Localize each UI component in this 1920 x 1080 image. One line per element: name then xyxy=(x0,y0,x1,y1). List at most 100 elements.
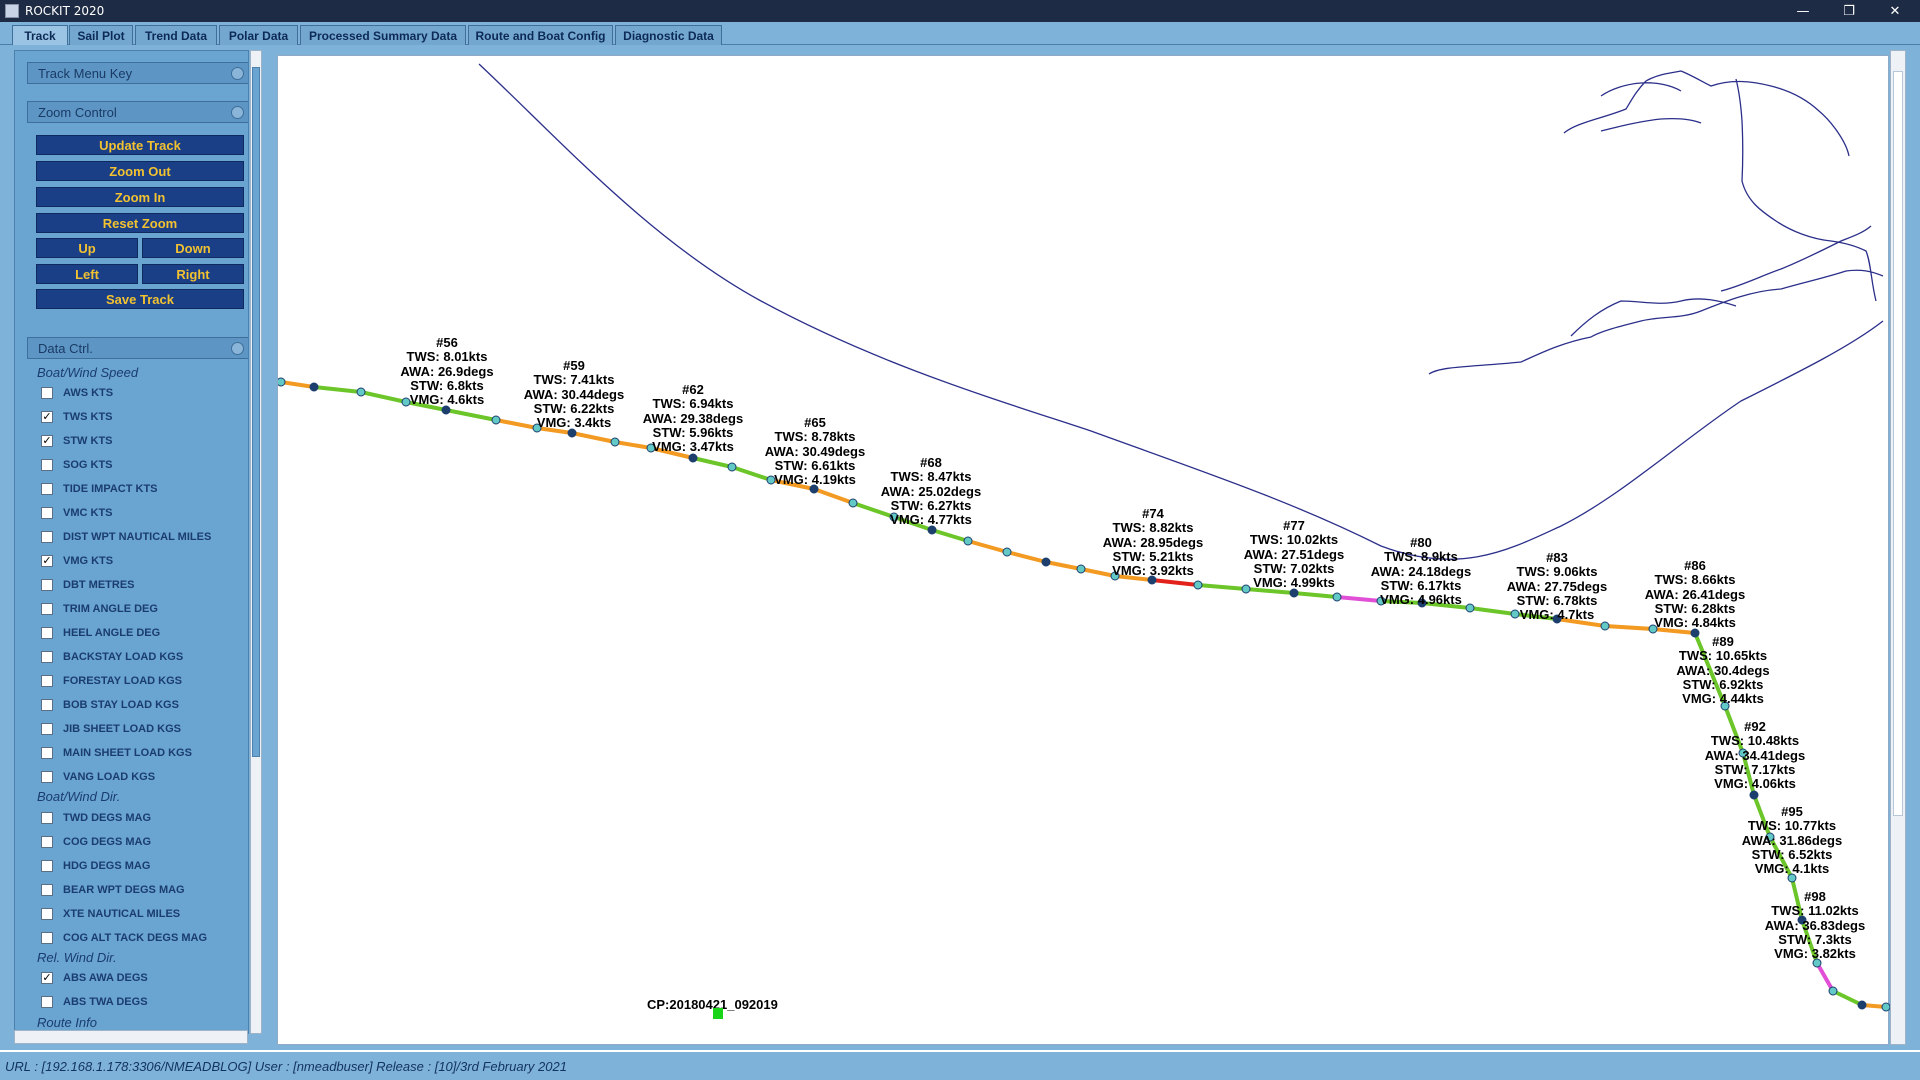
checkbox-row[interactable]: HEEL ANGLE DEG xyxy=(41,624,160,642)
checkbox-row[interactable]: AWS KTS xyxy=(41,384,113,402)
checkbox-row[interactable]: BACKSTAY LOAD KGS xyxy=(41,648,183,666)
track-point[interactable] xyxy=(727,462,737,472)
checkbox[interactable] xyxy=(41,771,53,783)
checkbox-row[interactable]: ✓ TWS KTS xyxy=(41,408,113,426)
track-point[interactable] xyxy=(1881,1002,1891,1012)
checkbox[interactable] xyxy=(41,507,53,519)
checkbox-row[interactable]: BEAR WPT DEGS MAG xyxy=(41,881,185,899)
tab-track[interactable]: Track xyxy=(12,25,68,45)
checkbox-row[interactable]: ✓ STW KTS xyxy=(41,432,113,450)
left-button[interactable]: Left xyxy=(36,264,138,284)
reset-zoom-button[interactable]: Reset Zoom xyxy=(36,213,244,233)
collapse-icon[interactable] xyxy=(231,105,244,119)
tab-trend-data[interactable]: Trend Data xyxy=(135,25,217,45)
track-point[interactable] xyxy=(491,415,501,425)
zoom-control-header[interactable]: Zoom Control xyxy=(27,101,248,123)
track-point[interactable] xyxy=(1749,790,1759,800)
collapse-icon[interactable] xyxy=(231,341,244,355)
checkbox[interactable]: ✓ xyxy=(41,972,53,984)
checkbox-row[interactable]: JIB SHEET LOAD KGS xyxy=(41,720,181,738)
checkbox[interactable] xyxy=(41,884,53,896)
checkbox-row[interactable]: COG ALT TACK DEGS MAG xyxy=(41,929,207,947)
save-track-button[interactable]: Save Track xyxy=(36,289,244,309)
track-point[interactable] xyxy=(1041,557,1051,567)
data-ctrl-header[interactable]: Data Ctrl. xyxy=(27,337,248,359)
checkbox[interactable] xyxy=(41,699,53,711)
checkbox[interactable] xyxy=(41,387,53,399)
tab-diagnostic-data[interactable]: Diagnostic Data xyxy=(615,25,722,45)
restore-icon[interactable]: ❐ xyxy=(1826,0,1872,22)
tab-polar-data[interactable]: Polar Data xyxy=(219,25,298,45)
track-menu-key-header[interactable]: Track Menu Key xyxy=(27,62,248,84)
zoom-in-button[interactable]: Zoom In xyxy=(36,187,244,207)
track-point[interactable] xyxy=(1857,1000,1867,1010)
up-button[interactable]: Up xyxy=(36,238,138,258)
checkbox-row[interactable]: HDG DEGS MAG xyxy=(41,857,150,875)
close-icon[interactable]: ✕ xyxy=(1872,0,1918,22)
left-panel-scrollbar[interactable] xyxy=(250,50,262,1034)
collapse-icon[interactable] xyxy=(231,66,244,80)
tab-processed-summary-data[interactable]: Processed Summary Data xyxy=(300,25,466,45)
zoom-out-button[interactable]: Zoom Out xyxy=(36,161,244,181)
tab-sail-plot[interactable]: Sail Plot xyxy=(69,25,133,45)
track-point[interactable] xyxy=(309,382,319,392)
track-point[interactable] xyxy=(441,405,451,415)
track-point[interactable] xyxy=(1828,986,1838,996)
track-point[interactable] xyxy=(1465,603,1475,613)
checkbox[interactable] xyxy=(41,723,53,735)
checkbox[interactable] xyxy=(41,996,53,1008)
checkbox-row[interactable]: MAIN SHEET LOAD KGS xyxy=(41,744,192,762)
checkbox[interactable]: ✓ xyxy=(41,435,53,447)
update-track-button[interactable]: Update Track xyxy=(36,135,244,155)
track-point[interactable] xyxy=(848,498,858,508)
checkbox[interactable] xyxy=(41,627,53,639)
checkbox-row[interactable]: TIDE IMPACT KTS xyxy=(41,480,158,498)
checkbox-row[interactable]: DBT METRES xyxy=(41,576,135,594)
checkbox-row[interactable]: DIST WPT NAUTICAL MILES xyxy=(41,528,211,546)
checkbox-row[interactable]: ✓ ABS AWA DEGS xyxy=(41,969,148,987)
track-point[interactable] xyxy=(1241,584,1251,594)
track-map-svg[interactable]: #56 TWS: 8.01kts AWA: 26.9degs STW: 6.8k… xyxy=(276,56,1891,1046)
track-point[interactable] xyxy=(1600,621,1610,631)
checkbox-row[interactable]: ✓ VMG KTS xyxy=(41,552,113,570)
checkbox-row[interactable]: VMC KTS xyxy=(41,504,113,522)
track-map[interactable]: #56 TWS: 8.01kts AWA: 26.9degs STW: 6.8k… xyxy=(276,55,1891,1046)
scroll-thumb[interactable] xyxy=(1893,71,1903,816)
down-button[interactable]: Down xyxy=(142,238,244,258)
track-point[interactable] xyxy=(1076,564,1086,574)
checkbox[interactable]: ✓ xyxy=(41,411,53,423)
scroll-thumb[interactable] xyxy=(252,67,260,757)
left-panel-hscrollbar[interactable] xyxy=(14,1030,248,1044)
checkbox[interactable] xyxy=(41,908,53,920)
checkbox[interactable] xyxy=(41,459,53,471)
checkbox[interactable] xyxy=(41,579,53,591)
track-point[interactable] xyxy=(1002,547,1012,557)
checkbox[interactable] xyxy=(41,932,53,944)
checkbox[interactable] xyxy=(41,531,53,543)
tab-route-and-boat-config[interactable]: Route and Boat Config xyxy=(468,25,613,45)
checkbox-row[interactable]: COG DEGS MAG xyxy=(41,833,151,851)
checkbox-row[interactable]: XTE NAUTICAL MILES xyxy=(41,905,180,923)
checkbox[interactable]: ✓ xyxy=(41,555,53,567)
checkbox[interactable] xyxy=(41,651,53,663)
checkbox[interactable] xyxy=(41,483,53,495)
checkbox-row[interactable]: VANG LOAD KGS xyxy=(41,768,155,786)
track-point[interactable] xyxy=(276,377,286,387)
track-point[interactable] xyxy=(963,536,973,546)
track-point[interactable] xyxy=(567,428,577,438)
checkbox[interactable] xyxy=(41,836,53,848)
checkbox-row[interactable]: SOG KTS xyxy=(41,456,113,474)
right-button[interactable]: Right xyxy=(142,264,244,284)
checkbox[interactable] xyxy=(41,603,53,615)
track-point[interactable] xyxy=(1193,580,1203,590)
minimize-icon[interactable]: — xyxy=(1780,0,1826,22)
checkbox-row[interactable]: TWD DEGS MAG xyxy=(41,809,151,827)
track-point[interactable] xyxy=(356,387,366,397)
checkbox[interactable] xyxy=(41,675,53,687)
track-point[interactable] xyxy=(1332,592,1342,602)
map-scrollbar[interactable] xyxy=(1890,50,1906,1045)
checkbox[interactable] xyxy=(41,860,53,872)
checkbox-row[interactable]: TRIM ANGLE DEG xyxy=(41,600,158,618)
track-point[interactable] xyxy=(927,525,937,535)
checkbox-row[interactable]: BOB STAY LOAD KGS xyxy=(41,696,179,714)
